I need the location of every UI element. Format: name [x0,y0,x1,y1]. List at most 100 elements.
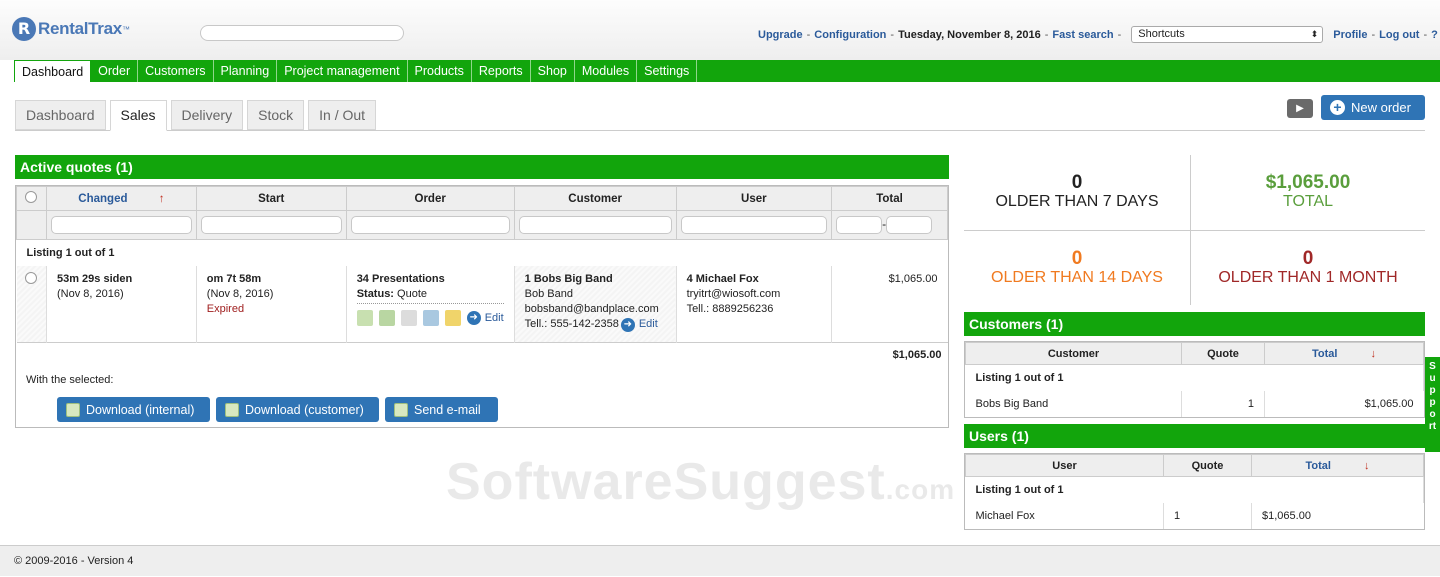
shortcuts-value: Shortcuts [1138,28,1185,40]
filter-total-max-input[interactable] [886,216,933,234]
nav-products[interactable]: Products [408,60,472,82]
select-all-checkbox[interactable] [25,191,38,203]
tab-stock[interactable]: Stock [247,100,305,130]
footer: © 2009-2016 - Version 4 [0,545,1440,576]
filter-order-input[interactable] [350,216,510,234]
users-icon[interactable] [378,310,395,326]
stat-label: OLDER THAN 7 DAYS [995,193,1159,210]
sort-arrow-icon: ↓ [1364,459,1370,472]
fast-search-link[interactable]: Fast search [1052,29,1113,41]
row-total: $1,065.00 [888,273,938,285]
expired-status: Expired [206,303,245,315]
help-link[interactable]: ? [1431,29,1438,41]
column-total[interactable]: Total [831,186,948,211]
column-order[interactable]: Order [345,186,515,211]
column-changed[interactable]: Changed ↑ [45,186,197,211]
new-order-button[interactable]: + New order [1321,95,1425,120]
arrow-right-icon: ➜ [466,311,481,325]
table-row[interactable]: Bobs Big Band 1 $1,065.00 [965,390,1424,417]
app-logo[interactable]: R RentalTrax ™ [12,14,130,44]
download-internal-button[interactable]: Download (internal) [57,397,210,422]
order-edit-link[interactable]: ➜ Edit [466,311,504,326]
send-email-button[interactable]: Send e-mail [385,397,498,422]
filter-changed-input[interactable] [50,216,192,234]
row-checkbox[interactable] [24,272,37,284]
upgrade-link[interactable]: Upgrade [758,29,803,41]
logo-text: RentalTrax [38,19,122,38]
nav-order[interactable]: Order [91,60,139,82]
column-user[interactable]: User [675,186,833,211]
nav-settings[interactable]: Settings [637,60,698,82]
active-quotes-header: Active quotes (1) [15,155,949,179]
tab-delivery[interactable]: Delivery [170,100,244,130]
document-icon [66,402,80,417]
logout-link[interactable]: Log out [1379,29,1419,41]
user-email: tryitrt@wiosoft.com [686,288,781,300]
nav-reports[interactable]: Reports [472,60,531,82]
order-name[interactable]: 34 Presentations [357,272,504,287]
column-user[interactable]: User [965,454,1164,477]
quote-count: 1 [1181,390,1265,417]
column-total[interactable]: Total ↓ [1264,342,1424,365]
profile-link[interactable]: Profile [1333,29,1367,41]
nav-planning[interactable]: Planning [214,60,278,82]
tab-sales[interactable]: Sales [109,100,167,131]
tab-in-out[interactable]: In / Out [308,100,377,130]
table-row[interactable]: 53m 29s siden (Nov 8, 2016) om 7t 58m (Nov… [16,266,948,342]
support-tab[interactable]: Support [1425,357,1440,452]
nav-modules[interactable]: Modules [575,60,638,82]
nav-customers[interactable]: Customers [138,60,214,82]
column-quote[interactable]: Quote [1181,342,1265,365]
with-selected-label: With the selected: [26,374,114,386]
customers-panel: Customer Quote Total ↓ Listing 1 out of … [964,341,1425,418]
column-total[interactable]: Total ↓ [1251,454,1424,477]
user-name: Michael Fox [965,502,1164,529]
download-icon[interactable] [356,310,373,326]
play-video-button[interactable]: ▶ [1287,99,1313,118]
quote-count: 1 [1163,502,1252,529]
download-customer-button[interactable]: Download (customer) [216,397,379,422]
play-icon: ▶ [1296,103,1304,114]
tab-dashboard[interactable]: Dashboard [15,100,106,130]
customer-name[interactable]: 1 Bobs Big Band [525,272,666,287]
customer-edit-link[interactable]: ➜ Edit [620,317,658,332]
user-phone: Tell.: 8889256236 [686,303,774,315]
stat-older-7-days: 0 OLDER THAN 7 DAYS [964,173,1190,211]
email-icon[interactable] [422,310,439,326]
email-icon [394,402,408,417]
users-table: User Quote Total ↓ Listing 1 out of 1 Mi… [965,454,1424,529]
note-icon[interactable] [444,310,461,326]
nav-dashboard[interactable]: Dashboard [14,60,92,82]
nav-project-management[interactable]: Project management [277,60,408,82]
column-customer[interactable]: Customer [513,186,677,211]
shortcuts-select[interactable]: Shortcuts ⬍ [1131,26,1324,43]
nav-shop[interactable]: Shop [531,60,575,82]
table-row[interactable]: Michael Fox 1 $1,065.00 [965,502,1424,529]
stat-total: $1,065.00 TOTAL [1191,173,1425,211]
filter-customer-input[interactable] [518,216,672,234]
global-search-input[interactable] [200,25,404,41]
configuration-link[interactable]: Configuration [814,29,886,41]
stat-older-14-days: 0 OLDER THAN 14 DAYS [964,249,1190,287]
current-date: Tuesday, November 8, 2016 [898,28,1041,41]
changed-date: (Nov 8, 2016) [56,288,124,300]
order-status: Status: Quote [356,287,504,304]
changed-value: 53m 29s siden [56,273,133,285]
filter-user-input[interactable] [680,216,828,234]
order-actions: ➜ Edit [356,310,504,326]
start-date: (Nov 8, 2016) [206,288,274,300]
column-customer[interactable]: Customer [965,342,1182,365]
filter-total-min-input[interactable] [836,216,883,234]
copy-icon[interactable] [400,310,417,326]
listing-count: Listing 1 out of 1 [965,476,1424,503]
plus-icon: + [1330,100,1345,115]
sort-arrow-icon: ↓ [1370,347,1377,360]
users-panel: User Quote Total ↓ Listing 1 out of 1 Mi… [964,453,1425,530]
column-start[interactable]: Start [195,186,347,211]
start-value: om 7t 58m [206,273,262,285]
user-name[interactable]: 4 Michael Fox [687,272,822,287]
column-quote[interactable]: Quote [1163,454,1252,477]
filter-start-input[interactable] [200,216,342,234]
users-header: Users (1) [964,424,1425,448]
stats-divider-horizontal [964,230,1425,231]
